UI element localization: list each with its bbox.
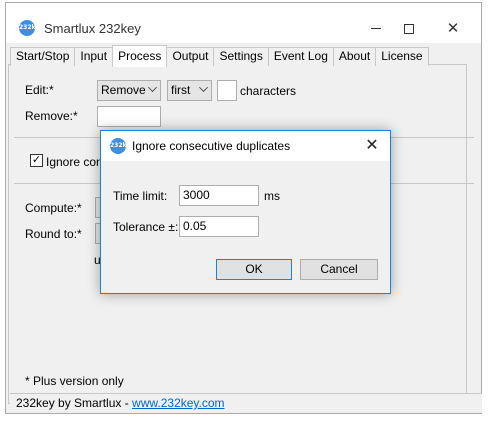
dialog-close-button[interactable]: ✕: [362, 135, 382, 155]
cancel-button[interactable]: Cancel: [300, 259, 378, 280]
ok-button[interactable]: OK: [216, 259, 292, 280]
chevron-down-icon: [148, 83, 157, 92]
minimize-icon: [371, 28, 381, 29]
characters-label: characters: [240, 84, 297, 98]
window-title: Smartlux 232key: [44, 21, 141, 36]
tab-strip: Start/Stop Input Process Output Settings…: [10, 45, 429, 67]
maximize-icon: [404, 23, 414, 34]
round-to-label: Round to:*: [25, 227, 82, 241]
status-text: 232key by Smartlux -: [16, 396, 133, 410]
ignore-duplicates-checkbox[interactable]: ✓: [30, 154, 43, 167]
remove-label: Remove:*: [25, 109, 78, 123]
status-bar: 232key by Smartlux - www.232key.com: [10, 393, 482, 413]
title-bar[interactable]: 232key Smartlux 232key ✕: [6, 3, 481, 43]
app-logo-icon: 232key: [19, 20, 43, 36]
close-icon: ✕: [365, 135, 379, 154]
tab-event-log[interactable]: Event Log: [267, 47, 334, 66]
tab-start-stop[interactable]: Start/Stop: [10, 47, 76, 66]
edit-position-value: first: [171, 83, 191, 97]
tab-about[interactable]: About: [332, 47, 377, 66]
tab-output[interactable]: Output: [166, 47, 215, 66]
dialog-title-bar[interactable]: 232key Ignore consecutive duplicates ✕: [101, 131, 390, 161]
maximize-button[interactable]: [389, 15, 429, 41]
plus-version-note: * Plus version only: [25, 374, 124, 388]
edit-count-input[interactable]: [217, 80, 237, 101]
tolerance-input[interactable]: 0.05: [179, 216, 259, 237]
time-limit-input[interactable]: 3000: [179, 185, 259, 206]
edit-action-select[interactable]: Remove: [97, 80, 161, 101]
tab-settings[interactable]: Settings: [213, 47, 269, 66]
time-unit-label: ms: [264, 189, 280, 203]
time-limit-label: Time limit:: [113, 189, 168, 203]
dialog-title: Ignore consecutive duplicates: [132, 139, 291, 153]
ignore-duplicates-dialog: 232key Ignore consecutive duplicates ✕ T…: [100, 130, 391, 294]
compute-label: Compute:*: [25, 201, 82, 215]
chevron-down-icon: [199, 83, 208, 92]
remove-input[interactable]: [97, 106, 161, 127]
app-logo-icon: 232key: [110, 138, 134, 154]
tab-input[interactable]: Input: [74, 47, 114, 66]
website-link[interactable]: www.232key.com: [132, 396, 224, 410]
close-button[interactable]: ✕: [433, 15, 473, 41]
edit-position-select[interactable]: first: [167, 80, 212, 101]
tab-process[interactable]: Process: [112, 45, 168, 67]
checkmark-icon: ✓: [31, 154, 42, 166]
edit-action-value: Remove: [101, 83, 146, 97]
tab-license[interactable]: License: [375, 47, 429, 66]
edit-label: Edit:*: [25, 83, 54, 97]
close-icon: ✕: [446, 19, 460, 37]
tolerance-label: Tolerance ±:: [113, 220, 179, 234]
